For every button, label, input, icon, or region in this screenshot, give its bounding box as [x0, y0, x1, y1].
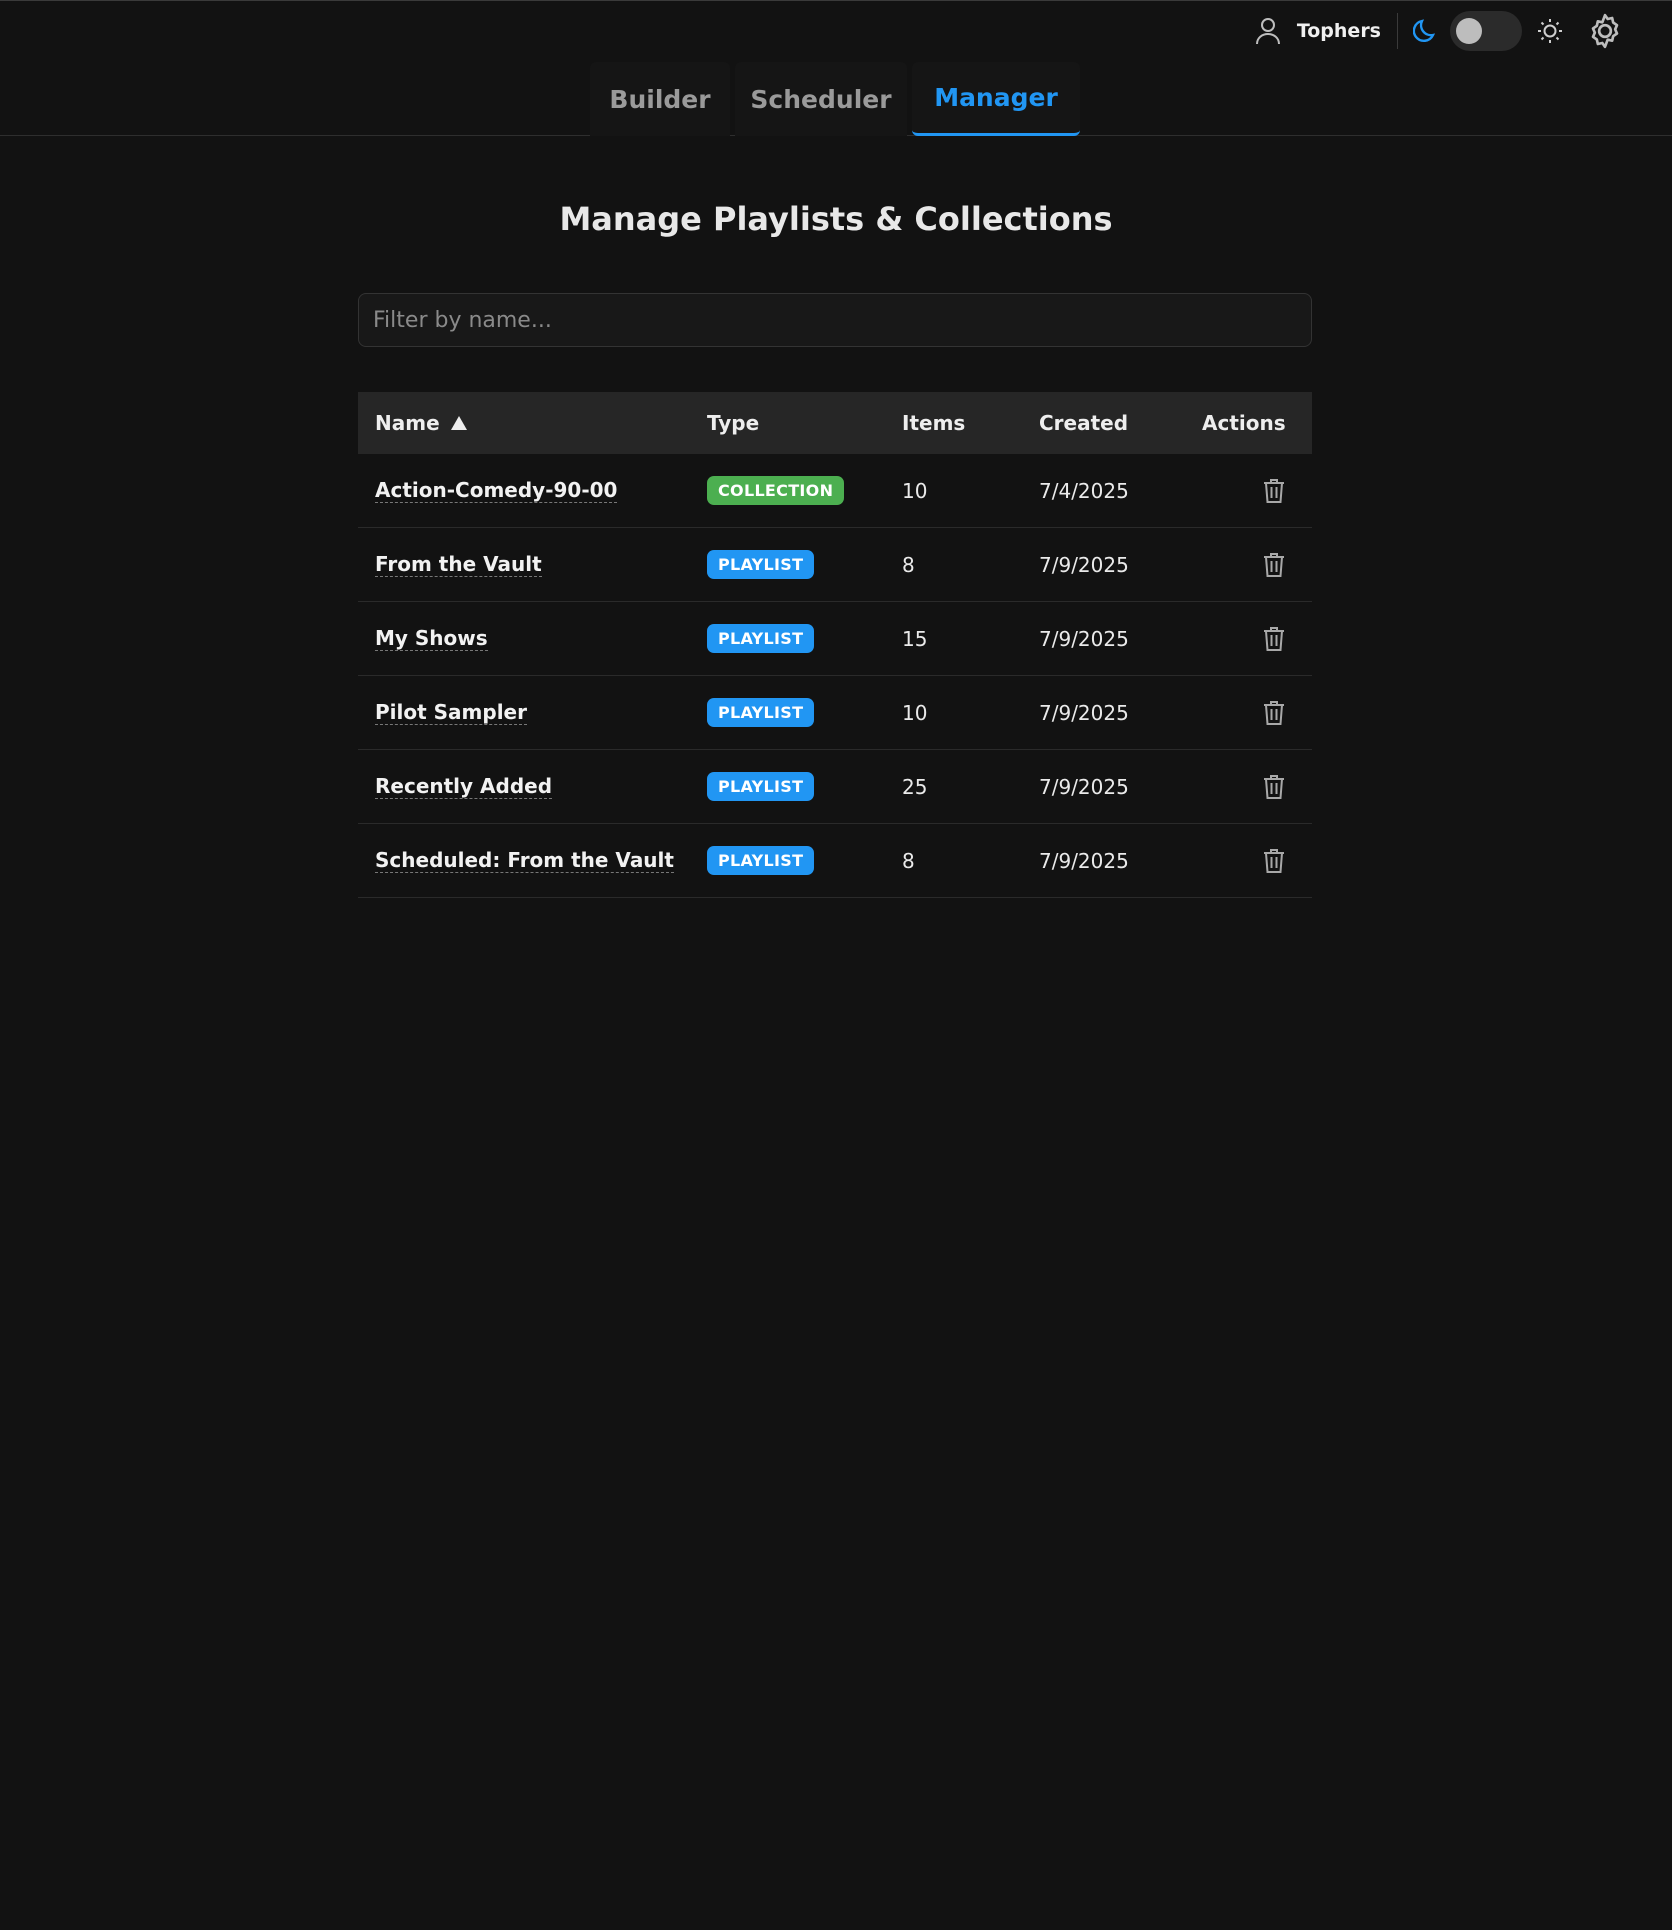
column-header-actions: Actions	[1202, 411, 1286, 435]
type-badge: PLAYLIST	[707, 846, 815, 875]
column-header-label: Name	[375, 411, 440, 435]
delete-button[interactable]	[1254, 602, 1294, 675]
username[interactable]: Tophers	[1297, 20, 1381, 42]
trash-icon	[1264, 552, 1284, 577]
column-header-items[interactable]: Items	[902, 392, 965, 454]
item-name-link[interactable]: My Shows	[375, 626, 488, 651]
created-date: 7/9/2025	[1039, 626, 1129, 651]
sun-icon	[1534, 15, 1566, 47]
table-row: Scheduled: From the Vault PLAYLIST 8 7/9…	[358, 824, 1312, 898]
gear-icon[interactable]	[1584, 10, 1626, 52]
theme-toggle[interactable]	[1450, 11, 1522, 51]
table-row: Action-Comedy-90-00 COLLECTION 10 7/4/20…	[358, 454, 1312, 528]
column-header-name[interactable]: Name	[375, 392, 468, 454]
trash-icon	[1264, 478, 1284, 503]
created-date: 7/9/2025	[1039, 700, 1129, 725]
item-name-link[interactable]: From the Vault	[375, 552, 542, 577]
item-count: 25	[902, 774, 928, 799]
type-badge: PLAYLIST	[707, 550, 815, 579]
type-badge: PLAYLIST	[707, 698, 815, 727]
column-header-created[interactable]: Created	[1039, 392, 1128, 454]
filter-input[interactable]	[358, 293, 1312, 347]
item-count: 15	[902, 626, 928, 651]
table-row: My Shows PLAYLIST 15 7/9/2025	[358, 602, 1312, 676]
sort-ascending-icon	[450, 415, 468, 431]
divider	[1397, 13, 1398, 49]
delete-button[interactable]	[1254, 528, 1294, 601]
table-header: Name Type Items Created Actions	[358, 392, 1312, 454]
trash-icon	[1264, 626, 1284, 651]
toggle-knob	[1456, 18, 1482, 44]
tab-manager[interactable]: Manager	[912, 62, 1080, 136]
trash-icon	[1264, 848, 1284, 873]
item-count: 8	[902, 848, 915, 873]
created-date: 7/4/2025	[1039, 478, 1129, 503]
type-badge: COLLECTION	[707, 476, 845, 505]
created-date: 7/9/2025	[1039, 774, 1129, 799]
item-name-link[interactable]: Action-Comedy-90-00	[375, 478, 618, 503]
moon-icon	[1410, 15, 1442, 47]
delete-button[interactable]	[1254, 676, 1294, 749]
trash-icon	[1264, 774, 1284, 799]
item-count: 10	[902, 478, 928, 503]
delete-button[interactable]	[1254, 750, 1294, 823]
item-name-link[interactable]: Recently Added	[375, 774, 553, 799]
created-date: 7/9/2025	[1039, 848, 1129, 873]
user-icon[interactable]	[1253, 16, 1283, 46]
table-row: From the Vault PLAYLIST 8 7/9/2025	[358, 528, 1312, 602]
column-header-type[interactable]: Type	[707, 392, 759, 454]
table-row: Recently Added PLAYLIST 25 7/9/2025	[358, 750, 1312, 824]
tab-scheduler[interactable]: Scheduler	[735, 62, 907, 136]
user-bar: Tophers	[1253, 10, 1626, 52]
delete-button[interactable]	[1254, 454, 1294, 527]
type-badge: PLAYLIST	[707, 772, 815, 801]
top-border	[0, 0, 1672, 1]
type-badge: PLAYLIST	[707, 624, 815, 653]
playlists-table: Name Type Items Created Actions Action-C…	[358, 392, 1312, 898]
table-row: Pilot Sampler PLAYLIST 10 7/9/2025	[358, 676, 1312, 750]
tab-bar: Builder Scheduler Manager	[0, 62, 1672, 136]
item-count: 8	[902, 552, 915, 577]
page-title: Manage Playlists & Collections	[559, 200, 1113, 238]
item-name-link[interactable]: Pilot Sampler	[375, 700, 527, 725]
delete-button[interactable]	[1254, 824, 1294, 897]
item-name-link[interactable]: Scheduled: From the Vault	[375, 848, 674, 873]
tab-builder[interactable]: Builder	[590, 62, 730, 136]
item-count: 10	[902, 700, 928, 725]
trash-icon	[1264, 700, 1284, 725]
created-date: 7/9/2025	[1039, 552, 1129, 577]
